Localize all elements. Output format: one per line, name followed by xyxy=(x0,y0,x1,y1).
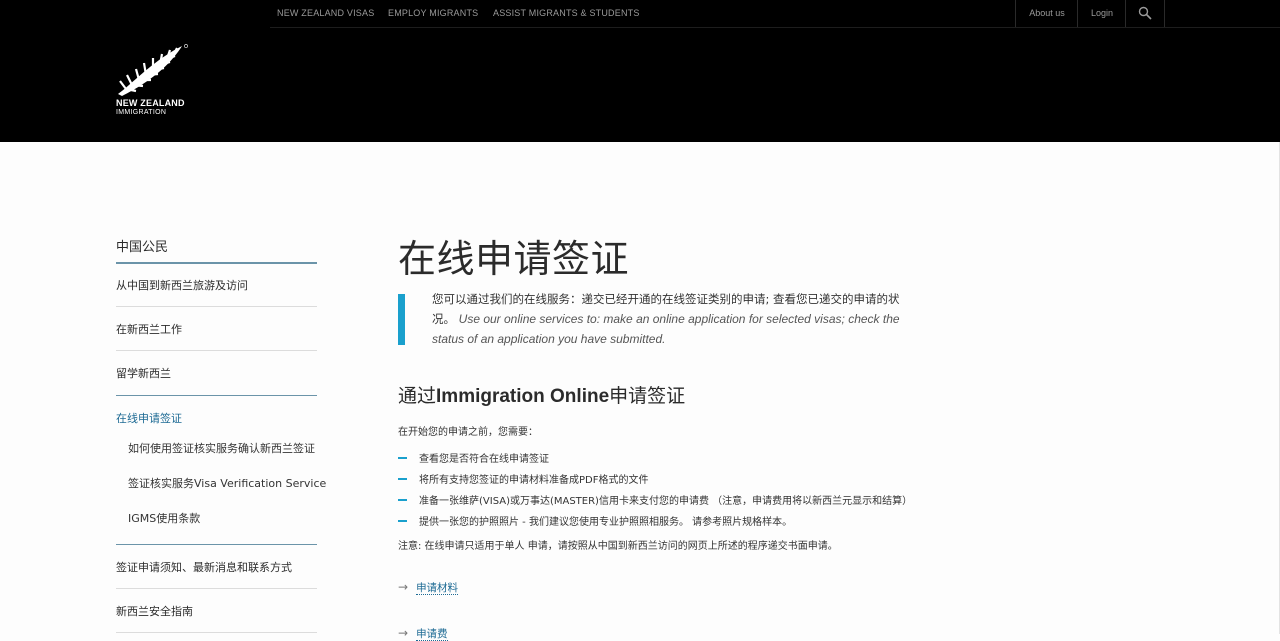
list-item-text: 将所有支持您签证的申请材料准备成PDF格式的文件 xyxy=(419,475,649,486)
top-navigation: NEW ZEALAND VISAS EMPLOY MIGRANTS ASSIST… xyxy=(270,0,1280,28)
bullet-dash-icon xyxy=(398,457,407,459)
list-item: 查看您是否符合在线申请签证 xyxy=(398,450,549,465)
intro-english: Use our online services to: make an onli… xyxy=(432,312,900,346)
note-text: 注意: 在线申请只适用于单人 申请，请按照从中国到新西兰访问的网页上所述的程序递… xyxy=(398,541,838,552)
search-icon[interactable] xyxy=(1125,0,1165,27)
arrow-right-icon: → xyxy=(398,626,409,640)
sidebar-item-work[interactable]: 在新西兰工作 xyxy=(116,321,182,337)
sidebar-item-apply-online[interactable]: 在线申请签证 xyxy=(116,410,182,426)
nav-assist-migrants[interactable]: ASSIST MIGRANTS & STUDENTS xyxy=(493,8,640,18)
sidebar-heading[interactable]: 中国公民 xyxy=(116,236,168,255)
sidebar-divider xyxy=(116,544,317,545)
list-item-text: 准备一张维萨(VISA)或万事达(MASTER)信用卡来支付您的申请费 （注意，… xyxy=(419,496,913,507)
sidebar-divider xyxy=(116,588,317,589)
page-title: 在线申请签证 xyxy=(398,237,630,281)
login-link[interactable]: Login xyxy=(1077,0,1126,27)
intro-text: 您可以通过我们的在线服务：递交已经开通的在线签证类别的申请; 查看您已递交的申请… xyxy=(432,289,922,349)
sidebar-subitem-verify[interactable]: 如何使用签证核实服务确认新西兰签证 xyxy=(128,440,315,456)
sidebar-subitem-igms[interactable]: IGMS使用条款 xyxy=(128,510,200,526)
bullet-dash-icon xyxy=(398,478,407,480)
sidebar-subitem-vvs[interactable]: 签证核实服务Visa Verification Service xyxy=(128,475,326,491)
bullet-dash-icon xyxy=(398,520,407,522)
sidebar-divider xyxy=(116,306,317,307)
link-label[interactable]: 申请费 xyxy=(416,628,448,641)
site-header: NEW ZEALAND VISAS EMPLOY MIGRANTS ASSIST… xyxy=(0,0,1280,142)
prerequisites-intro: 在开始您的申请之前，您需要： xyxy=(398,427,538,438)
section-heading-post: 申请签证 xyxy=(609,385,686,407)
logo-subtitle: IMMIGRATION xyxy=(116,109,167,116)
list-item-text[interactable]: 提供一张您的护照照片 - 我们建议您使用专业护照照相服务。 请参考照片规格样本。 xyxy=(419,517,792,528)
sidebar-divider xyxy=(116,395,317,396)
list-item-text[interactable]: 查看您是否符合在线申请签证 xyxy=(419,454,549,465)
about-us-link[interactable]: About us xyxy=(1015,0,1078,27)
sidebar-item-study[interactable]: 留学新西兰 xyxy=(116,365,171,381)
link-label[interactable]: 申请材料 xyxy=(416,582,459,595)
list-item: 提供一张您的护照照片 - 我们建议您使用专业护照照相服务。 请参考照片规格样本。 xyxy=(398,513,792,528)
link-application-materials[interactable]: → 申请材料 xyxy=(398,580,459,595)
sidebar-divider xyxy=(116,632,317,633)
sidebar-item-safety[interactable]: 新西兰安全指南 xyxy=(116,603,193,619)
list-item: 将所有支持您签证的申请材料准备成PDF格式的文件 xyxy=(398,471,648,486)
nav-nz-visas[interactable]: NEW ZEALAND VISAS xyxy=(277,8,374,18)
nav-employ-migrants[interactable]: EMPLOY MIGRANTS xyxy=(388,8,478,18)
sidebar-item-travel[interactable]: 从中国到新西兰旅游及访问 xyxy=(116,277,248,293)
sidebar-divider xyxy=(116,350,317,351)
arrow-right-icon: → xyxy=(398,580,409,594)
list-item: 准备一张维萨(VISA)或万事达(MASTER)信用卡来支付您的申请费 （注意，… xyxy=(398,492,912,507)
bullet-dash-icon xyxy=(398,499,407,501)
sidebar-heading-divider xyxy=(116,262,317,264)
sidebar-item-notices[interactable]: 签证申请须知、最新消息和联系方式 xyxy=(116,559,292,575)
section-heading: 通过Immigration Online申请签证 xyxy=(398,381,685,408)
section-heading-bold: Immigration Online xyxy=(436,386,610,407)
section-heading-pre: 通过 xyxy=(398,385,437,407)
logo-title: NEW ZEALAND xyxy=(116,98,185,108)
intro-accent-bar xyxy=(398,294,405,345)
